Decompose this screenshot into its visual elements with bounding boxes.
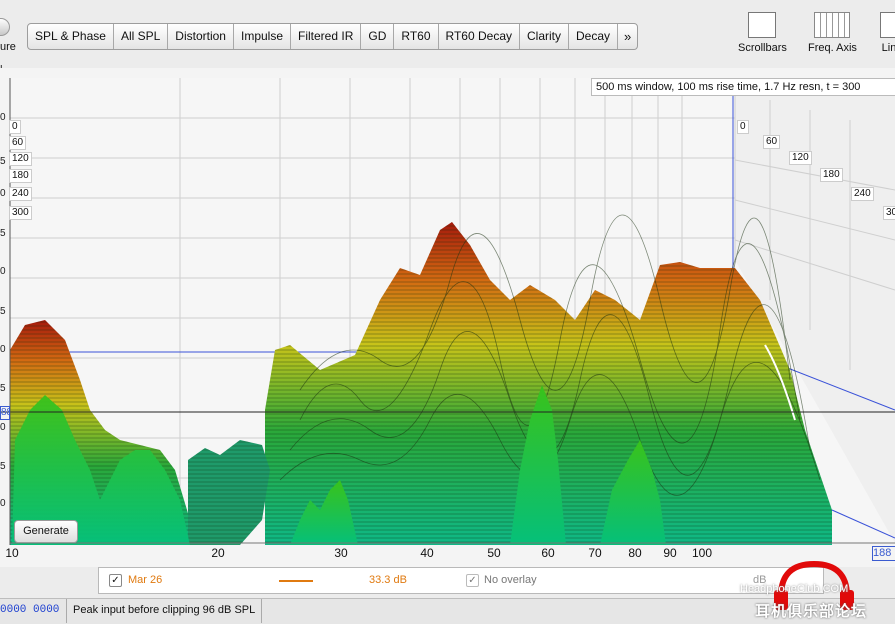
measure-icon [0, 18, 10, 36]
more-tabs-button[interactable]: » [618, 24, 637, 49]
x-tick-label: 60 [541, 546, 555, 560]
scrollbars-button[interactable]: Scrollbars [738, 12, 787, 54]
y-tick-label: 0 [0, 266, 6, 277]
y-tick-label: 0 [0, 112, 6, 123]
time-label-right: 240 [851, 187, 874, 201]
time-label-left: 300 [9, 206, 32, 220]
tab-all-spl[interactable]: All SPL [114, 24, 169, 49]
freq-axis-button[interactable]: Freq. Axis [808, 12, 857, 54]
tab-rt60-decay[interactable]: RT60 Decay [439, 24, 520, 49]
measurement-name[interactable]: Mar 26 [128, 574, 162, 586]
time-label-left: 180 [9, 169, 32, 183]
measurement-value: 33.3 dB [369, 574, 407, 586]
tab-distortion[interactable]: Distortion [168, 24, 234, 49]
tab-gd[interactable]: GD [361, 24, 395, 49]
time-label-right: 30 [883, 206, 895, 220]
status-message: Peak input before clipping 96 dB SPL [66, 599, 263, 623]
x-tick-label: 70 [588, 546, 602, 560]
y-cursor-readout[interactable]: 88 [0, 406, 10, 420]
status-counter: 0000 0000 [0, 604, 60, 616]
y-tick-label: 5 [0, 156, 6, 167]
tab-clarity[interactable]: Clarity [520, 24, 570, 49]
x-tick-label: 20 [211, 546, 225, 560]
scrollbars-icon [748, 12, 777, 38]
graph-info-bar: 500 ms window, 100 ms rise time, 1.7 Hz … [591, 78, 895, 96]
lin-icon [880, 12, 895, 38]
x-tick-label: 100 [691, 546, 713, 560]
y-tick-label: 5 [0, 228, 6, 239]
time-label-left: 120 [9, 152, 32, 166]
tab-rt60[interactable]: RT60 [394, 24, 439, 49]
measurement-legend: ✓ Mar 26 33.3 dB ✓ No overlay dB [98, 567, 824, 594]
watermark-cn: 耳机俱乐部论坛 [755, 603, 868, 620]
y-tick-label: 0 [0, 188, 6, 199]
y-tick-label: 0 [0, 422, 6, 433]
x-tick-label: 50 [487, 546, 501, 560]
time-label-right: 120 [789, 151, 812, 165]
freq-axis-label: Freq. Axis [808, 42, 857, 54]
waterfall-plot [0, 78, 895, 545]
time-label-right: 180 [820, 168, 843, 182]
overlay-label: No overlay [484, 574, 537, 586]
tab-filtered-ir[interactable]: Filtered IR [291, 24, 362, 49]
measurement-checkbox[interactable]: ✓ [109, 574, 122, 587]
y-tick-label: 5 [0, 306, 6, 317]
tab-spl-phase[interactable]: SPL & Phase [28, 24, 114, 49]
scrollbars-label: Scrollbars [738, 42, 787, 54]
toolbar: ure SPL & Phase All SPL Distortion Impul… [0, 0, 895, 75]
tab-decay[interactable]: Decay [569, 24, 619, 49]
x-tick-label: 40 [420, 546, 434, 560]
generate-button[interactable]: Generate [14, 520, 78, 543]
x-tick-label: 30 [334, 546, 348, 560]
time-label-left: 0 [9, 120, 21, 134]
tab-impulse[interactable]: Impulse [234, 24, 292, 49]
watermark-site: HeadphoneClub.COM [740, 583, 849, 595]
time-label-right: 60 [763, 135, 781, 149]
time-label-left: 60 [9, 136, 27, 150]
y-tick-label: 0 [0, 344, 6, 355]
measure-button[interactable]: ure [0, 14, 20, 54]
graph-tabs: SPL & Phase All SPL Distortion Impulse F… [27, 23, 639, 50]
measure-label: ure [0, 41, 16, 53]
measurement-color-swatch[interactable] [279, 580, 313, 582]
lin-button[interactable]: Lin [880, 12, 895, 54]
waterfall-graph[interactable]: 0 5 0 5 0 5 0 5 0 5 0 88 0 60 120 180 24… [0, 68, 895, 567]
freq-axis-icon [814, 12, 851, 38]
x-tick-label: 80 [628, 546, 642, 560]
y-tick-label: 5 [0, 383, 6, 394]
lin-label: Lin [881, 42, 895, 54]
y-tick-label: 5 [0, 461, 6, 472]
y-tick-label: 0 [0, 498, 6, 509]
x-tick-label: 90 [663, 546, 677, 560]
time-label-left: 240 [9, 187, 32, 201]
overlay-checkbox[interactable]: ✓ [466, 574, 479, 587]
x-tick-label: 10 [5, 546, 19, 560]
time-label-right: 0 [737, 120, 749, 134]
